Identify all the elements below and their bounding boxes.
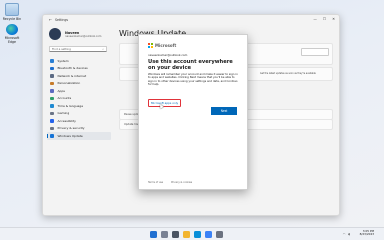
maximize-icon[interactable]: ☐ <box>323 17 326 21</box>
sidebar-item-label: Gaming <box>57 111 70 116</box>
avatar <box>49 28 61 40</box>
edge-desktop-icon[interactable]: Microsoft Edge <box>2 24 22 44</box>
wifi-icon <box>50 74 54 78</box>
sidebar-item-label: System <box>57 58 69 63</box>
taskbar: ◠ ◖ 3:05 PM 8/23/2023 <box>0 227 384 240</box>
account-dialog: Microsoft naveenkumar@outlook.com Use th… <box>138 34 248 190</box>
settings-titlebar: ← Settings <box>43 15 339 24</box>
sidebar-item-label: Network & internet <box>57 73 87 78</box>
recycle-bin-label: Recycle Bin <box>2 17 22 21</box>
sidebar-item-label: Bluetooth & devices <box>57 66 88 71</box>
brush-icon <box>50 81 54 85</box>
settings-icon[interactable] <box>216 230 223 238</box>
explorer-icon[interactable] <box>183 230 190 238</box>
sidebar-item-label: Privacy & security <box>57 126 85 131</box>
microsoft-logo: Microsoft <box>148 43 176 48</box>
sidebar-item[interactable]: Gaming <box>47 110 111 118</box>
sidebar-item-label: Apps <box>57 88 65 93</box>
update-icon <box>50 134 54 138</box>
clock[interactable]: 3:05 PM 8/23/2023 <box>359 229 374 237</box>
privacy-link[interactable]: Privacy & cookies <box>171 181 192 184</box>
minimize-icon[interactable]: — <box>313 17 317 21</box>
shield-icon <box>50 126 54 130</box>
back-arrow-icon[interactable]: ← <box>49 18 52 22</box>
window-title: Settings <box>55 17 69 22</box>
taskbar-apps <box>150 230 223 238</box>
dialog-body: Windows will remember your account and m… <box>148 72 238 87</box>
recycle-bin-desktop-icon[interactable]: Recycle Bin <box>2 3 22 21</box>
sidebar-item[interactable]: Network & internet <box>47 72 111 80</box>
volume-icon[interactable]: ◖ <box>348 232 350 236</box>
profile[interactable]: Naveen naveenkumar@outlook.com <box>49 28 117 40</box>
dialog-email: naveenkumar@outlook.com <box>148 53 188 57</box>
edge-icon[interactable] <box>194 230 201 238</box>
sidebar-item[interactable]: Apps <box>47 87 111 95</box>
search-icon: ⌕ <box>102 47 104 51</box>
globe-clock-icon <box>50 104 54 108</box>
apps-icon <box>50 89 54 93</box>
close-icon[interactable]: ✕ <box>332 17 335 21</box>
dialog-footer: Terms of use Privacy & cookies <box>148 181 192 184</box>
sidebar-item[interactable]: Personalization <box>47 80 111 88</box>
person-icon <box>50 96 54 100</box>
nav-list: System Bluetooth & devices Network & inter… <box>47 57 117 140</box>
sidebar-item[interactable]: Windows Update <box>47 132 111 140</box>
bluetooth-icon <box>50 66 54 70</box>
wifi-icon[interactable]: ◠ <box>343 232 346 236</box>
check-updates-button[interactable] <box>301 48 329 56</box>
microsoft-logo-icon <box>148 43 153 48</box>
system-tray: ◠ ◖ <box>343 232 350 236</box>
sidebar-item[interactable]: Time & language <box>47 102 111 110</box>
edge-label: Microsoft Edge <box>4 36 20 44</box>
search-icon[interactable] <box>161 230 168 238</box>
sidebar-item[interactable]: Accessibility <box>47 117 111 125</box>
terms-link[interactable]: Terms of use <box>148 181 163 184</box>
sidebar-item[interactable]: Bluetooth & devices <box>47 65 111 73</box>
sidebar-item-label: Accounts <box>57 96 72 101</box>
sidebar-item-label: Time & language <box>57 103 84 108</box>
accessibility-icon <box>50 119 54 123</box>
edge-icon <box>6 24 18 35</box>
sidebar-item-label: Accessibility <box>57 118 76 123</box>
profile-email: naveenkumar@outlook.com <box>65 34 102 38</box>
window-controls: — ☐ ✕ <box>313 17 335 21</box>
search-placeholder: Find a setting <box>52 47 71 51</box>
search-input[interactable]: Find a setting ⌕ <box>49 46 107 52</box>
clock-date: 8/23/2023 <box>359 232 374 237</box>
sidebar-item[interactable]: Accounts <box>47 95 111 103</box>
sidebar: Naveen naveenkumar@outlook.com Find a se… <box>43 24 117 215</box>
start-icon[interactable] <box>150 230 157 238</box>
dialog-heading: Use this account everywhere on your devi… <box>148 59 233 72</box>
sidebar-item-label: Windows Update <box>57 133 83 138</box>
microsoft-brand: Microsoft <box>155 43 177 48</box>
system-icon <box>50 59 54 63</box>
recycle-bin-icon <box>5 3 19 16</box>
sidebar-item[interactable]: Privacy & security <box>47 125 111 133</box>
microsoft-apps-only-link[interactable]: Microsoft apps only <box>148 99 182 107</box>
sidebar-item-label: Personalization <box>57 81 81 86</box>
store-icon[interactable] <box>205 230 212 238</box>
next-button[interactable]: Next <box>211 107 237 115</box>
controller-icon <box>50 111 54 115</box>
get-latest-text: Get the latest updates as soon as they'r… <box>260 72 316 75</box>
sidebar-item[interactable]: System <box>47 57 111 65</box>
task-view-icon[interactable] <box>172 230 179 238</box>
